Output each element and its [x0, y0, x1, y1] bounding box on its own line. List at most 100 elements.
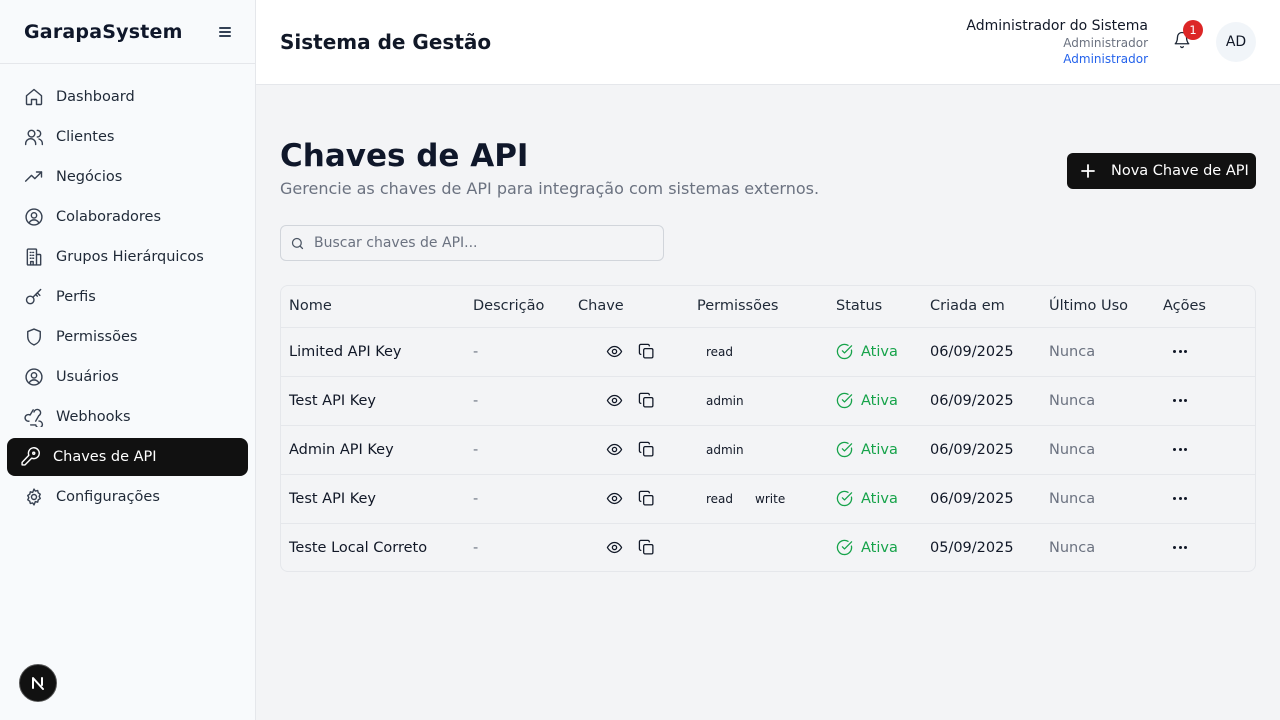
column-header-permissoes: Permissões [697, 298, 779, 315]
key-created: 06/09/2025 [930, 490, 1014, 507]
new-api-key-label: Nova Chave de API [1111, 163, 1249, 179]
eye-icon[interactable] [604, 391, 624, 411]
key-last-used: Nunca [1049, 490, 1096, 507]
user-info: Administrador do Sistema Administrador A… [966, 17, 1148, 67]
page-subtitle: Gerencie as chaves de API para integraçã… [280, 179, 820, 198]
key-description: - [473, 490, 479, 507]
key-actions [1155, 327, 1255, 376]
eye-icon[interactable] [604, 342, 624, 362]
status-badge: Ativa [861, 343, 898, 360]
permission-badge: read [697, 489, 743, 508]
copy-icon[interactable] [636, 440, 656, 460]
new-api-key-button[interactable]: Nova Chave de API [1067, 153, 1256, 189]
sidebar-item-permissoes[interactable]: Permissões [7, 318, 248, 356]
sidebar-item-usuarios[interactable]: Usuários [7, 358, 248, 396]
key-status: Ativa [828, 376, 922, 425]
key-name: Admin API Key [289, 441, 394, 458]
sidebar-item-perfis[interactable]: Perfis [7, 278, 248, 316]
more-actions-icon[interactable] [1163, 546, 1255, 550]
check-circle-icon [836, 343, 853, 360]
key-cell [570, 474, 689, 523]
sidebar-item-webhooks[interactable]: Webhooks [7, 398, 248, 436]
check-circle-icon [836, 392, 853, 409]
key-round-icon [20, 447, 40, 467]
column-header-acoes: Ações [1163, 298, 1206, 315]
key-permissions: admin [689, 425, 828, 474]
notification-badge: 1 [1183, 20, 1203, 40]
permission-badge: write [746, 489, 795, 508]
more-actions-icon[interactable] [1163, 350, 1255, 353]
more-actions-icon[interactable] [1163, 399, 1255, 402]
more-actions-icon[interactable] [1163, 448, 1255, 451]
sidebar-item-label: Clientes [56, 129, 115, 145]
key-actions [1155, 376, 1255, 425]
user-role-link[interactable]: Administrador [966, 51, 1148, 67]
key-icon [24, 287, 44, 307]
plus-icon [1081, 164, 1095, 178]
sidebar-item-dashboard[interactable]: Dashboard [7, 78, 248, 116]
key-description: - [473, 539, 479, 556]
key-name: Test API Key [289, 490, 376, 507]
top-header: Sistema de Gestão Administrador do Siste… [256, 0, 1280, 85]
copy-icon[interactable] [636, 489, 656, 509]
key-status: Ativa [828, 327, 922, 376]
more-actions-icon[interactable] [1163, 497, 1255, 500]
sidebar-item-label: Perfis [56, 289, 96, 305]
table-row: Limited API Key - read Ativa 06/09/2025 … [281, 327, 1255, 376]
avatar[interactable]: AD [1216, 22, 1256, 62]
key-cell [570, 425, 689, 474]
key-last-used: Nunca [1049, 392, 1096, 409]
sidebar-item-colaboradores[interactable]: Colaboradores [7, 198, 248, 236]
column-header-ultimo-uso: Último Uso [1049, 298, 1128, 315]
key-created: 06/09/2025 [930, 441, 1014, 458]
sidebar-nav: Dashboard Clientes Negócios Colaboradore… [0, 64, 255, 516]
search-icon [291, 237, 304, 249]
user-circle-icon [24, 207, 44, 227]
permission-badge: admin [697, 391, 753, 410]
key-name: Teste Local Correto [289, 539, 428, 556]
page-title: Chaves de API [280, 138, 529, 174]
sidebar-item-clientes[interactable]: Clientes [7, 118, 248, 156]
key-status: Ativa [828, 523, 922, 571]
sidebar-item-configuracoes[interactable]: Configurações [7, 478, 248, 516]
search-input[interactable] [314, 235, 644, 251]
search-box[interactable] [280, 225, 664, 261]
table-row: Test API Key - read write Ativa 06/09/202… [281, 474, 1255, 523]
check-circle-icon [836, 540, 853, 556]
key-actions [1155, 474, 1255, 523]
sidebar-item-chaves-de-api[interactable]: Chaves de API [7, 438, 248, 476]
key-created: 05/09/2025 [930, 539, 1014, 556]
eye-icon[interactable] [604, 489, 624, 509]
user-circle-icon [24, 367, 44, 387]
building-icon [24, 247, 44, 267]
column-header-nome: Nome [289, 298, 332, 315]
column-header-criada-em: Criada em [930, 298, 1005, 315]
permission-badge: read [697, 342, 743, 361]
key-permissions: admin [689, 376, 828, 425]
key-name: Limited API Key [289, 343, 402, 360]
copy-icon[interactable] [636, 538, 656, 558]
menu-toggle-icon[interactable] [219, 26, 231, 37]
key-permissions [689, 523, 828, 571]
eye-icon[interactable] [604, 538, 624, 558]
key-description: - [473, 441, 479, 458]
sidebar-item-label: Permissões [56, 329, 138, 345]
table-row: Teste Local Correto - Ativa 05/09/2025 N… [281, 523, 1255, 571]
copy-icon[interactable] [636, 342, 656, 362]
check-circle-icon [836, 441, 853, 458]
sidebar-item-label: Usuários [56, 369, 119, 385]
user-role: Administrador [1063, 36, 1148, 50]
sidebar: GarapaSystem Dashboard Clientes Negócios… [0, 0, 256, 720]
eye-icon[interactable] [604, 440, 624, 460]
column-header-chave: Chave [578, 298, 624, 315]
column-header-descricao: Descrição [473, 298, 545, 315]
user-name: Administrador do Sistema [966, 18, 1148, 34]
sidebar-item-label: Chaves de API [53, 449, 157, 465]
nextjs-logo-icon[interactable] [19, 664, 57, 702]
key-cell [570, 523, 689, 571]
copy-icon[interactable] [636, 391, 656, 411]
sidebar-item-negocios[interactable]: Negócios [7, 158, 248, 196]
permission-badge: admin [697, 440, 753, 459]
key-cell [570, 327, 689, 376]
sidebar-item-grupos-hierarquicos[interactable]: Grupos Hierárquicos [7, 238, 248, 276]
